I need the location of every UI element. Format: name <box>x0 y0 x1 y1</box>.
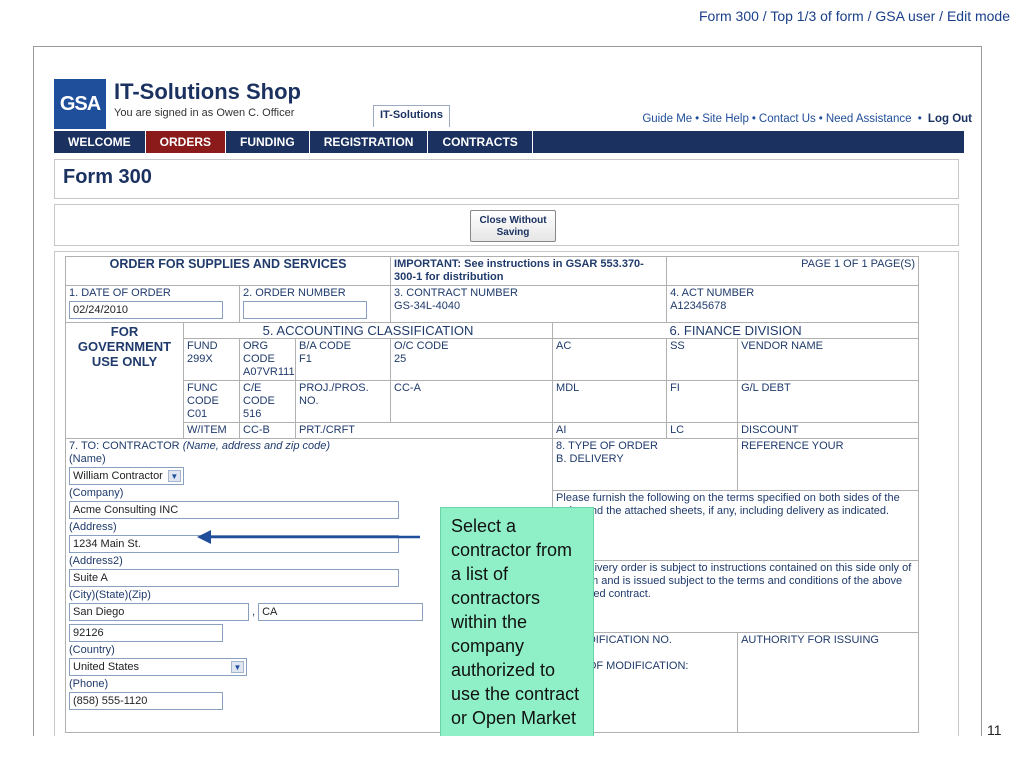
signed-in-text: You are signed in as Owen C. Officer <box>114 107 295 119</box>
log-out-link[interactable]: Log Out <box>928 113 972 125</box>
nav-registration[interactable]: REGISTRATION <box>310 131 429 153</box>
nav-contracts[interactable]: CONTRACTS <box>428 131 533 153</box>
need-assistance-link[interactable]: Need Assistance <box>826 113 912 125</box>
action-panel: Close Without Saving <box>54 204 959 246</box>
arrow-head-icon <box>197 530 211 544</box>
gsa-logo: GSA <box>54 79 106 129</box>
form-300-panel: ORDER FOR SUPPLIES AND SERVICES IMPORTAN… <box>54 251 959 736</box>
page-title: Form 300 <box>63 166 152 188</box>
it-solutions-tab[interactable]: IT-Solutions <box>373 105 450 127</box>
nav-funding[interactable]: FUNDING <box>226 131 310 153</box>
guide-me-link[interactable]: Guide Me <box>642 113 692 125</box>
page-title-panel: Form 300 <box>54 159 959 199</box>
site-header: GSA IT-Solutions Shop You are signed in … <box>54 79 972 129</box>
top-links: Guide Me • Site Help • Contact Us • Need Assis… <box>642 113 972 125</box>
main-nav: WELCOME ORDERS FUNDING REGISTRATION CONT… <box>54 131 964 153</box>
callout-box: Select a contractor from a list of contr… <box>440 507 594 736</box>
site-help-link[interactable]: Site Help <box>702 113 749 125</box>
nav-orders[interactable]: ORDERS <box>145 131 227 153</box>
browser-frame: GSA IT-Solutions Shop You are signed in … <box>33 46 982 736</box>
shop-title: IT-Solutions Shop <box>114 79 301 104</box>
slide-caption: Form 300 / Top 1/3 of form / GSA user / … <box>699 8 1010 24</box>
close-without-saving-button[interactable]: Close Without Saving <box>470 210 556 242</box>
slide-page-number: 11 <box>987 722 1002 738</box>
contact-us-link[interactable]: Contact Us <box>759 113 816 125</box>
nav-welcome[interactable]: WELCOME <box>54 131 146 153</box>
